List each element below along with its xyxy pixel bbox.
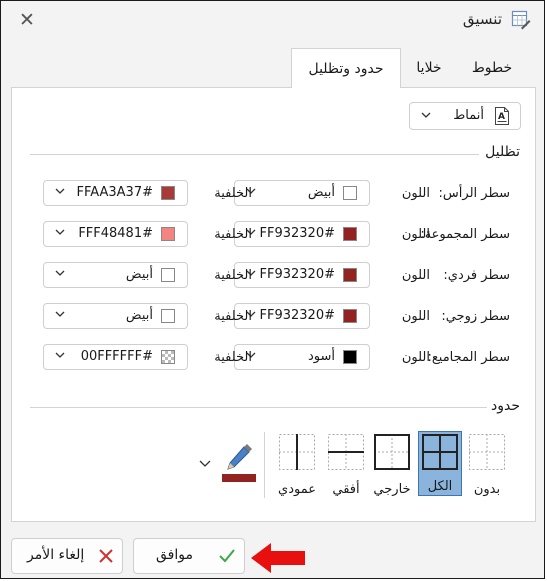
line-color-picker[interactable]: [198, 444, 258, 488]
border-horizontal-label: أفقي: [332, 482, 360, 497]
odd-background-dropdown[interactable]: أبيض: [43, 262, 188, 288]
even-background-value: أبيض: [125, 308, 153, 323]
color-swatch: [161, 309, 175, 323]
text-style-icon: A: [495, 107, 509, 125]
tab-cells[interactable]: خلايا: [404, 48, 454, 88]
svg-text:A: A: [498, 112, 505, 122]
border-outside-icon: [374, 434, 410, 470]
border-outside-label: خارجي: [373, 482, 411, 497]
totals-background-value: 00FFFFFF#: [80, 349, 153, 364]
color-swatch: [161, 350, 175, 364]
even-color-value: FF932320#: [259, 308, 335, 323]
color-swatch: [343, 350, 357, 364]
even-color-dropdown[interactable]: FF932320#: [234, 303, 370, 329]
odd-background-value: أبيض: [125, 267, 153, 282]
color-swatch: [161, 227, 175, 241]
border-none-label: بدون: [473, 482, 501, 497]
odd-color-value: FF932320#: [259, 267, 335, 282]
chevron-down-icon: [55, 311, 65, 317]
shading-row-label-header: سطر الرأس:: [438, 186, 510, 201]
color-swatch: [343, 309, 357, 323]
background-label: الخلفية: [214, 350, 252, 365]
close-icon: [99, 549, 113, 563]
border-horizontal-button[interactable]: [328, 434, 364, 470]
dialog-title: تنسيق: [462, 10, 502, 28]
border-vertical-icon: [279, 434, 315, 470]
header-background-dropdown[interactable]: FFAA3A37#: [43, 180, 188, 206]
color-swatch: [343, 268, 357, 282]
annotation-arrow-icon: [251, 543, 305, 573]
close-icon[interactable]: ✕: [15, 9, 39, 31]
border-none-button[interactable]: [469, 434, 505, 470]
chevron-down-icon: [199, 460, 211, 467]
header-background-value: FFAA3A37#: [76, 185, 153, 200]
border-outside-button[interactable]: [374, 434, 410, 470]
ok-button[interactable]: موافق: [133, 538, 245, 574]
border-options-divider: [264, 432, 265, 498]
border-horizontal-icon: [328, 434, 364, 470]
ok-button-label: موافق: [156, 547, 193, 563]
chevron-down-icon: [55, 188, 65, 194]
color-swatch: [161, 186, 175, 200]
chevron-down-icon: [421, 112, 431, 118]
color-swatch: [343, 186, 357, 200]
chevron-down-icon: [55, 352, 65, 358]
border-all-button[interactable]: [422, 434, 458, 470]
title-bar: ✕ تنسيق: [1, 1, 544, 39]
color-label: اللون: [401, 350, 430, 365]
color-label: اللون: [401, 227, 430, 242]
shading-row-label-odd: سطر فردي:: [443, 268, 510, 283]
border-vertical-button[interactable]: [279, 434, 315, 470]
styles-dropdown-label: أنماط: [453, 108, 484, 123]
cancel-button[interactable]: إلغاء الأمر: [11, 538, 123, 574]
tab-borders-shading[interactable]: حدود وتظليل: [291, 48, 401, 88]
background-label: الخلفية: [214, 227, 252, 242]
border-vertical-label: عمودي: [278, 482, 316, 497]
color-swatch: [343, 227, 357, 241]
background-label: الخلفية: [214, 268, 252, 283]
group-color-dropdown[interactable]: FF932320#: [234, 221, 370, 247]
pen-icon: [222, 444, 256, 482]
even-background-dropdown[interactable]: أبيض: [43, 303, 188, 329]
header-color-value: أبيض: [307, 185, 335, 200]
tab-fonts[interactable]: خطوط: [458, 48, 526, 88]
border-all-icon: [422, 434, 458, 470]
totals-background-dropdown[interactable]: 00FFFFFF#: [43, 344, 188, 370]
format-dialog: ✕ تنسيق خطوط خلايا حدود وتظليل أنماط A ت…: [0, 0, 545, 579]
shading-row-label-group: سطر المجموعة:: [420, 227, 510, 242]
color-label: اللون: [401, 268, 430, 283]
shading-row-label-even: سطر زوجي:: [441, 309, 510, 324]
odd-color-dropdown[interactable]: FF932320#: [234, 262, 370, 288]
group-background-value: FFF48481#: [78, 226, 153, 241]
chevron-down-icon: [55, 270, 65, 276]
color-label: اللون: [401, 309, 430, 324]
chevron-down-icon: [55, 229, 65, 235]
background-label: الخلفية: [214, 186, 252, 201]
border-none-icon: [469, 434, 505, 470]
header-color-dropdown[interactable]: أبيض: [234, 180, 370, 206]
borders-section-title: حدود: [491, 398, 520, 414]
tab-content-panel: أنماط A تظليل سطر الرأس: اللون أبيض الخل…: [11, 87, 536, 522]
color-label: اللون: [401, 186, 430, 201]
check-icon: [219, 549, 235, 563]
shading-section-title: تظليل: [485, 144, 520, 160]
cancel-button-label: إلغاء الأمر: [27, 547, 85, 563]
borders-separator: [30, 407, 487, 408]
table-format-icon: [511, 10, 531, 30]
shading-row-label-totals: سطر المجاميع:: [427, 350, 511, 365]
totals-color-dropdown[interactable]: أسود: [234, 344, 370, 370]
totals-color-value: أسود: [307, 349, 335, 364]
group-background-dropdown[interactable]: FFF48481#: [43, 221, 188, 247]
background-label: الخلفية: [214, 309, 252, 324]
shading-separator: [30, 154, 479, 155]
group-color-value: FF932320#: [259, 226, 335, 241]
styles-dropdown[interactable]: أنماط A: [409, 102, 521, 130]
border-all-label: الكل: [427, 479, 453, 494]
color-swatch: [161, 268, 175, 282]
